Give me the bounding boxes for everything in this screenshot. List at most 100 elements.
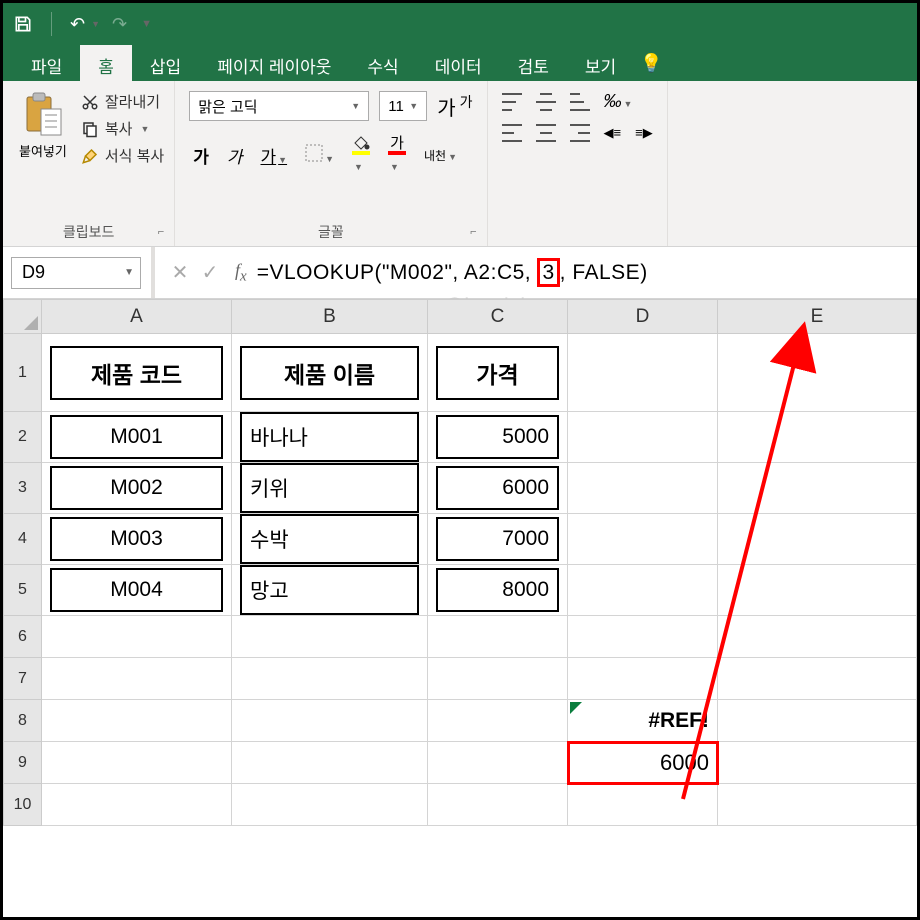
cell[interactable] [568,784,718,826]
font-color-button[interactable]: 가▼ [384,134,410,177]
cell[interactable] [428,658,568,700]
row-header[interactable]: 6 [4,616,42,658]
tab-review[interactable]: 검토 [500,45,567,81]
cell[interactable] [42,784,232,826]
tab-home[interactable]: 홈 [80,45,132,81]
cell[interactable] [428,784,568,826]
cell[interactable]: 키위 [232,463,428,514]
font-size-select[interactable]: 11▼ [379,91,427,121]
accept-formula-icon[interactable]: ✓ [195,260,225,285]
cell[interactable] [568,616,718,658]
grow-font-icon[interactable]: 가 [437,92,455,121]
select-all-corner[interactable] [4,300,42,334]
underline-button[interactable]: 가▼ [257,141,292,170]
row-header[interactable]: 3 [4,463,42,514]
col-header[interactable]: B [232,300,428,334]
cell[interactable] [42,658,232,700]
align-top-icon[interactable] [502,93,522,111]
cell[interactable] [232,784,428,826]
italic-button[interactable]: 가 [223,141,247,170]
cell[interactable]: 수박 [232,514,428,565]
cell[interactable] [718,565,917,616]
fill-color-button[interactable]: ▼ [348,133,374,177]
col-header[interactable]: C [428,300,568,334]
tellme-bulb-icon[interactable]: 💡 [634,45,668,81]
clipboard-launcher-icon[interactable]: ⌐ [158,226,164,238]
cell[interactable]: M002 [42,463,232,514]
cell[interactable] [568,514,718,565]
cell[interactable]: 제품 코드 [42,334,232,412]
tab-data[interactable]: 데이터 [417,45,500,81]
cell[interactable]: 제품 이름 [232,334,428,412]
cell[interactable] [718,334,917,412]
cell[interactable] [42,700,232,742]
cell[interactable] [428,616,568,658]
cell[interactable] [232,700,428,742]
cell[interactable]: 바나나 [232,412,428,463]
row-header[interactable]: 2 [4,412,42,463]
cell[interactable] [568,412,718,463]
cell[interactable]: 5000 [428,412,568,463]
cell[interactable] [718,463,917,514]
cell[interactable] [42,616,232,658]
cell[interactable]: M001 [42,412,232,463]
bold-button[interactable]: 가 [189,141,213,170]
qat-customize[interactable]: ▼ [139,18,152,30]
fx-icon[interactable]: fx [225,260,257,286]
cell[interactable]: M003 [42,514,232,565]
cell[interactable] [718,412,917,463]
row-header[interactable]: 8 [4,700,42,742]
format-painter-button[interactable]: 서식 복사 [81,145,164,166]
indent-decrease-icon[interactable]: ◀≡ [604,125,622,141]
font-resize[interactable]: 가 가 [437,92,472,121]
font-name-select[interactable]: 맑은 고딕▼ [189,91,369,121]
cell[interactable] [718,784,917,826]
cell[interactable] [718,742,917,784]
cell[interactable]: 7000 [428,514,568,565]
align-bottom-icon[interactable] [570,93,590,111]
tab-formulas[interactable]: 수식 [349,45,416,81]
row-header[interactable]: 7 [4,658,42,700]
cell[interactable] [718,700,917,742]
cell[interactable] [568,565,718,616]
cell[interactable] [718,514,917,565]
col-header[interactable]: A [42,300,232,334]
tab-view[interactable]: 보기 [567,45,634,81]
cell[interactable]: 망고 [232,565,428,616]
cell-d8[interactable]: #REF! [568,700,718,742]
cut-button[interactable]: 잘라내기 [81,91,164,112]
shrink-font-icon[interactable]: 가 [460,92,473,121]
cancel-formula-icon[interactable]: ✕ [165,260,195,285]
align-center-icon[interactable] [536,124,556,142]
align-right-icon[interactable] [570,124,590,142]
name-box[interactable]: D9▼ [11,257,141,289]
cell[interactable]: 가격 [428,334,568,412]
cell[interactable] [428,700,568,742]
cell[interactable] [718,616,917,658]
cell[interactable] [568,334,718,412]
row-header[interactable]: 1 [4,334,42,412]
formula-text[interactable]: =VLOOKUP("M002", A2:C5, 3, FALSE) [257,261,648,285]
phonetic-button[interactable]: 내천▼ [420,145,461,166]
cell[interactable] [42,742,232,784]
row-header[interactable]: 9 [4,742,42,784]
save-icon[interactable] [13,14,33,34]
orientation-button[interactable]: ‰▼ [604,91,633,112]
border-button[interactable]: ▼ [301,142,338,169]
cell[interactable] [718,658,917,700]
indent-increase-icon[interactable]: ≡▶ [635,125,653,141]
col-header[interactable]: E [718,300,917,334]
cell[interactable] [568,463,718,514]
align-middle-icon[interactable] [536,93,556,111]
cell[interactable] [568,658,718,700]
row-header[interactable]: 5 [4,565,42,616]
cell[interactable] [232,658,428,700]
error-indicator-icon[interactable] [570,702,582,714]
row-header[interactable]: 10 [4,784,42,826]
row-header[interactable]: 4 [4,514,42,565]
copy-button[interactable]: 복사▼ [81,118,164,139]
worksheet-grid[interactable]: A B C D E 1 제품 코드 제품 이름 가격 2 M001 바나나 50… [3,299,917,826]
cell[interactable] [232,616,428,658]
col-header[interactable]: D [568,300,718,334]
redo-button[interactable]: ↷ [112,14,127,35]
